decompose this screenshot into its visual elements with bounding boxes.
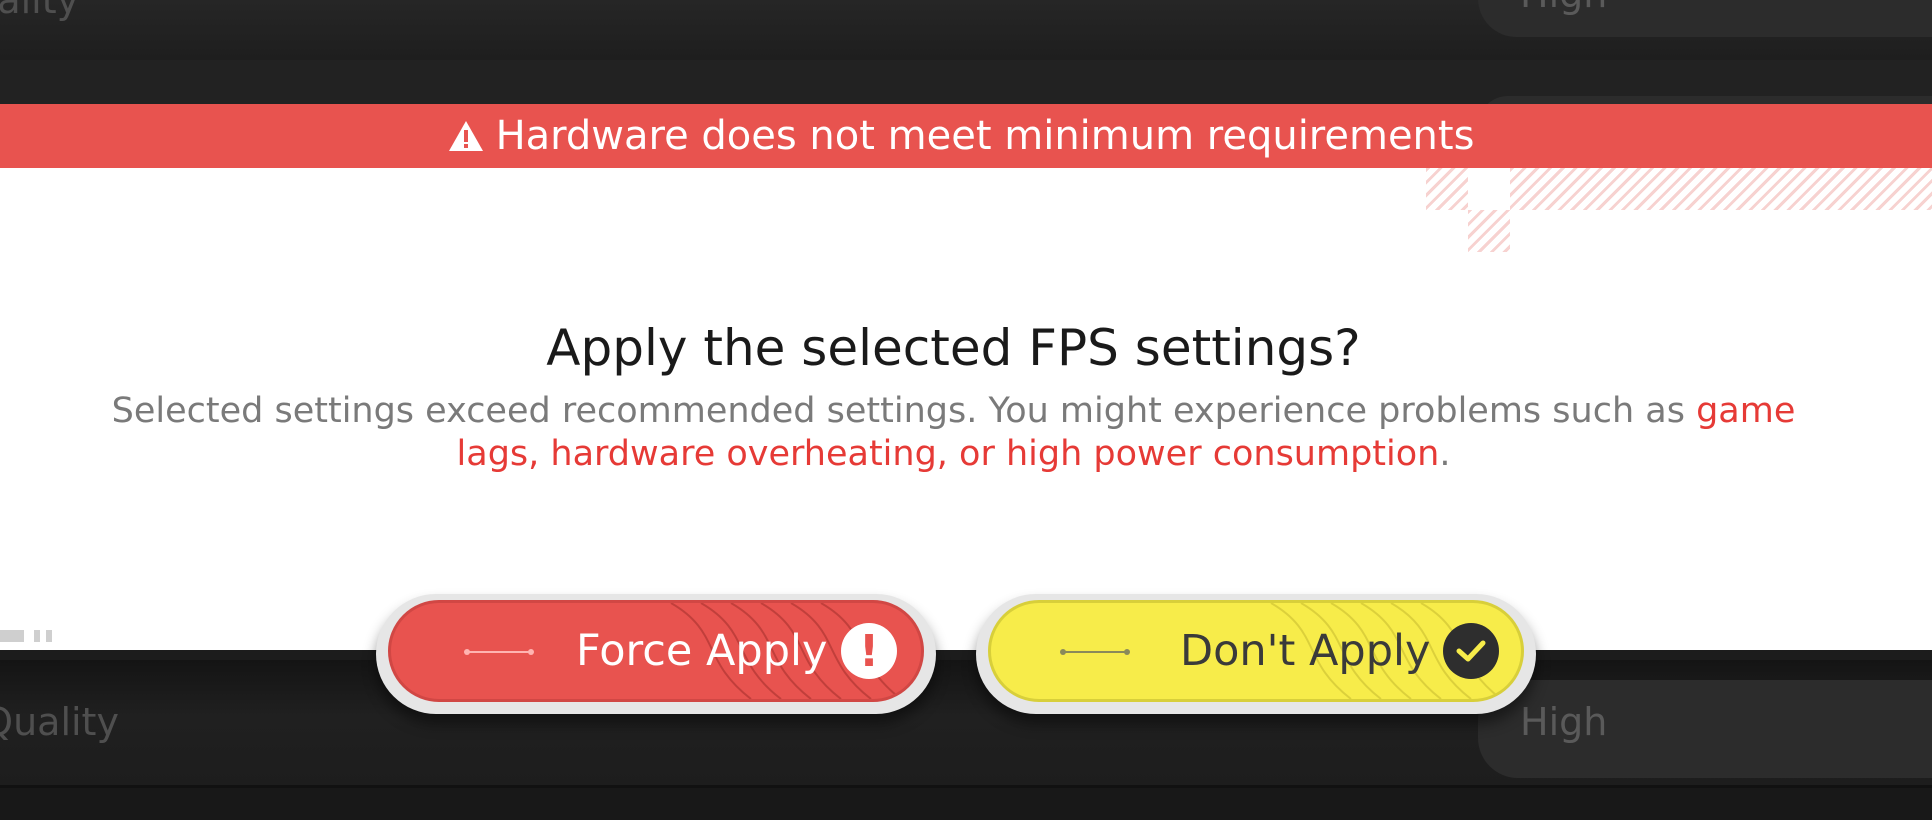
decor-hatch-2 [1510,168,1932,210]
warning-icon [448,121,483,151]
settings-row-base [0,788,1932,820]
decor-hatch-3 [1468,210,1510,252]
page-dot-1 [0,630,24,642]
settings-row-graphics-quality: ics Quality High [0,0,1932,63]
settings-row-hidden [0,60,1932,104]
dont-apply-label: Don't Apply [1180,626,1431,676]
check-icon [1443,623,1499,679]
force-apply-label: Force Apply [576,626,828,676]
message-text: Selected settings exceed recommended set… [111,391,1697,431]
page-dot-3 [46,630,52,642]
exclamation-icon: ! [841,623,897,679]
force-apply-button-frame: Force Apply ! [376,594,936,714]
decor-hatch-1 [1426,168,1468,210]
dialog-message: Selected settings exceed recommended set… [100,390,1807,476]
warning-text: Hardware does not meet minimum requireme… [495,113,1475,159]
force-dash-decor [464,649,534,655]
force-apply-button[interactable]: Force Apply ! [388,600,924,702]
dialog-title: Apply the selected FPS settings? [546,319,1361,377]
dont-apply-button-frame: Don't Apply [976,594,1536,714]
graphics-quality-label: ics Quality [0,0,80,22]
settings-row-shadow-quality: w Quality High [0,660,1932,788]
shadow-quality-select[interactable]: High [1478,680,1932,778]
dont-dash-decor [1060,649,1130,655]
shadow-quality-label: w Quality [0,700,119,744]
message-end: . [1439,434,1451,474]
page-dot-2 [34,630,40,642]
fps-confirm-dialog: Hardware does not meet minimum requireme… [0,104,1932,650]
hardware-warning-banner: Hardware does not meet minimum requireme… [0,104,1932,168]
check-mark-icon [1456,640,1486,662]
hidden-setting-select [1478,96,1932,104]
graphics-quality-select[interactable]: High [1478,0,1932,37]
dont-apply-button[interactable]: Don't Apply [988,600,1524,702]
